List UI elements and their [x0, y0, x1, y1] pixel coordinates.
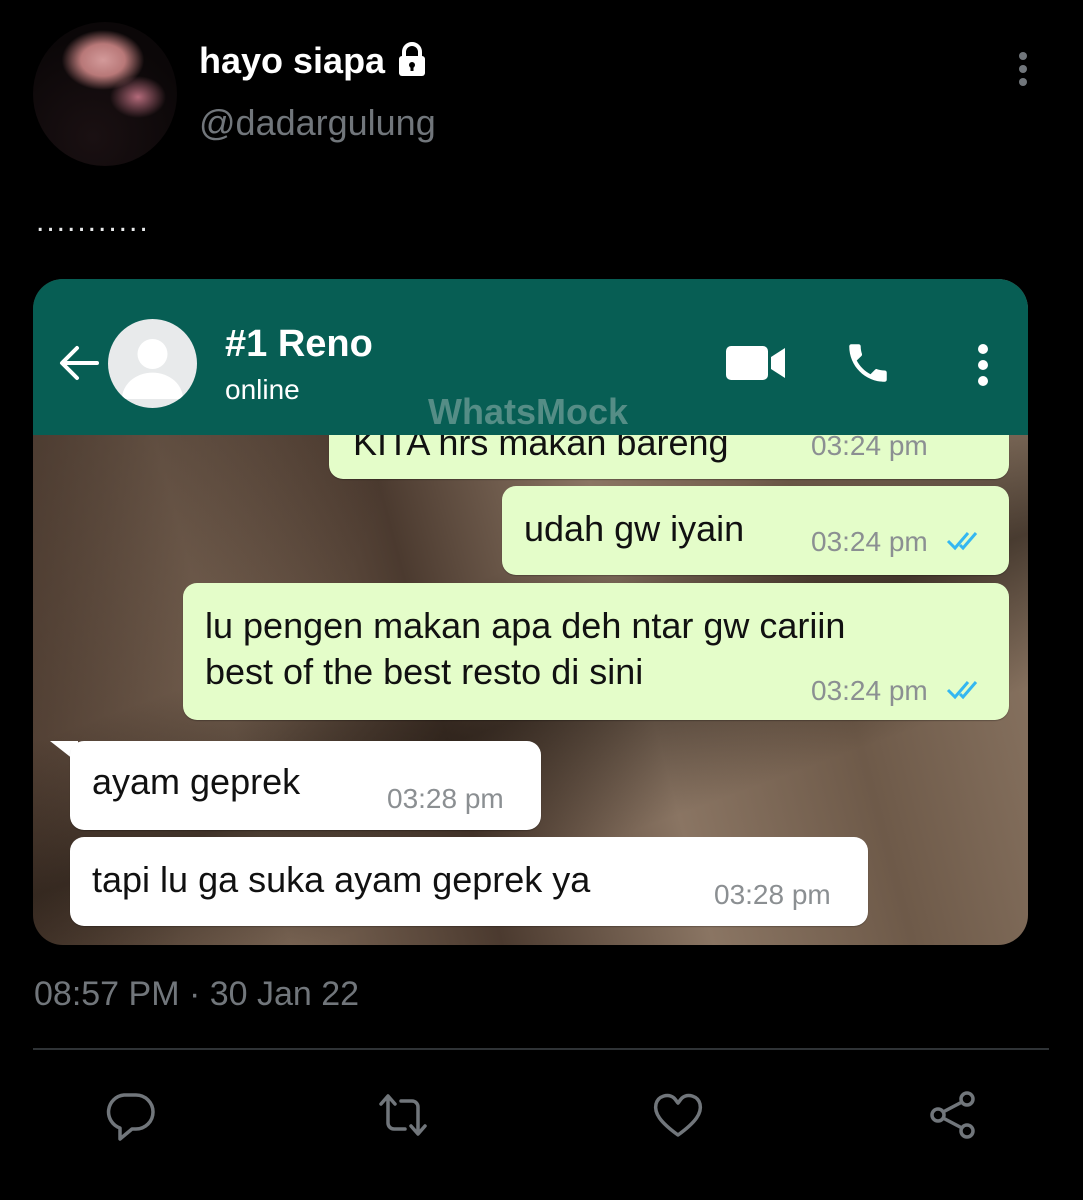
- contact-name[interactable]: #1 Reno: [225, 323, 373, 366]
- avatar[interactable]: [33, 22, 177, 166]
- message-text: udah gw iyain: [524, 508, 745, 549]
- message-bubble: udah gw iyain 03:24 pm: [502, 486, 1009, 575]
- read-ticks-icon: [946, 532, 978, 551]
- tweet-text: ...........: [36, 205, 150, 238]
- tweet-media[interactable]: KITA hrs makan bareng 03:24 pm udah gw i…: [33, 279, 1028, 945]
- message-text-line2: best of the best resto di sini: [205, 651, 644, 692]
- default-avatar-icon: [122, 339, 183, 399]
- message-time: 03:24 pm: [811, 526, 928, 557]
- tweet-timestamp[interactable]: 08:57 PM · 30 Jan 22: [34, 975, 359, 1014]
- message-bubble: lu pengen makan apa deh ntar gw cariin b…: [183, 583, 1009, 720]
- message-bubble: tapi lu ga suka ayam geprek ya 03:28 pm: [70, 837, 868, 926]
- heart-icon[interactable]: [650, 1087, 706, 1143]
- message-time: 03:28 pm: [387, 783, 504, 814]
- contact-status: online: [225, 374, 300, 405]
- video-call-icon[interactable]: [725, 343, 787, 383]
- message-text-line1: lu pengen makan apa deh ntar gw cariin: [205, 605, 846, 646]
- watermark: WhatsMock: [428, 391, 629, 432]
- lock-icon: [399, 42, 425, 76]
- message-text: ayam geprek: [92, 761, 301, 802]
- read-ticks-icon: [946, 681, 978, 700]
- more-vertical-icon[interactable]: [1008, 50, 1038, 90]
- divider: [33, 1048, 1049, 1050]
- message-text: tapi lu ga suka ayam geprek ya: [92, 859, 591, 900]
- handle[interactable]: @dadargulung: [199, 102, 436, 144]
- reply-icon[interactable]: [102, 1087, 158, 1143]
- display-name[interactable]: hayo siapa: [199, 40, 385, 82]
- message-time: 03:28 pm: [714, 879, 831, 910]
- message-time: 03:24 pm: [811, 675, 928, 706]
- contact-avatar[interactable]: [108, 319, 197, 408]
- arrow-left-icon[interactable]: [57, 341, 101, 385]
- share-icon[interactable]: [925, 1087, 981, 1143]
- phone-icon[interactable]: [843, 338, 893, 388]
- more-vertical-icon[interactable]: [973, 343, 993, 387]
- message-bubble: ayam geprek 03:28 pm: [70, 741, 541, 830]
- retweet-icon[interactable]: [375, 1087, 431, 1143]
- chat-header: #1 Reno online WhatsMock: [33, 279, 1028, 435]
